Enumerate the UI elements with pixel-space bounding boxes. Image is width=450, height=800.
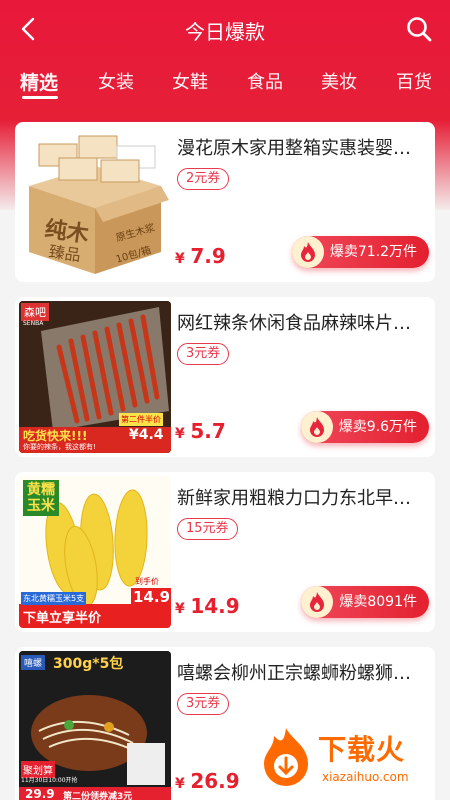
coupon-badge: 2元券 xyxy=(177,168,230,190)
thumb-promo-price: 29.9 xyxy=(25,787,55,800)
product-title[interactable]: 网红辣条休闲食品麻辣味片… xyxy=(177,309,427,335)
coupon-badge: 15元券 xyxy=(177,518,238,540)
top-bar: 今日爆款 xyxy=(0,0,450,58)
thumb-tag-line1: 黄糯 xyxy=(27,482,55,498)
thumb-promo-price: ¥4.4 xyxy=(129,427,164,443)
currency-symbol: ¥ xyxy=(175,776,185,792)
currency-symbol: ¥ xyxy=(175,601,185,617)
tab-beauty[interactable]: 美妆 xyxy=(321,68,357,94)
thumb-promo: 到手价 xyxy=(135,577,159,586)
sales-count: 爆卖9.6万件 xyxy=(338,419,417,435)
sales-count: 爆卖71.2万件 xyxy=(329,244,417,260)
product-title[interactable]: 嘻螺会柳州正宗螺蛳粉螺狮… xyxy=(177,659,427,685)
sales-count: 爆卖8091件 xyxy=(339,594,417,610)
price-value: 5.7 xyxy=(190,419,226,443)
product-price: ¥ 7.9 xyxy=(175,244,226,268)
fire-icon xyxy=(301,586,334,618)
thumb-banner: 下单立享半价 xyxy=(23,611,102,626)
thumb-tag: 黄糯 玉米 xyxy=(23,480,59,516)
thumb-sub-text: 臻品 xyxy=(47,241,82,266)
category-tabs: 精选 女装 女鞋 食品 美妆 百货 xyxy=(0,64,450,104)
product-card[interactable]: 纯木 臻品 原生木浆 10包/箱 漫花原木家用整箱实惠装婴… 2元券 ¥ 7.9… xyxy=(15,122,435,282)
price-value: 14.9 xyxy=(190,594,240,618)
price-value: 26.9 xyxy=(190,769,240,793)
product-image: 森吧 SENBA 吃货快来!!! 你要的辣条，我这都有! 第二件半价 ¥4.4 xyxy=(19,301,171,453)
coupon-badge: 3元券 xyxy=(177,693,230,715)
product-image: 嘻螺 300g*5包 聚划算 11月30日10:00开抢 29.9 第二份领券减… xyxy=(19,651,171,800)
coupon-badge: 3元券 xyxy=(177,343,230,365)
sales-badge[interactable]: 爆卖9.6万件 xyxy=(300,411,429,443)
brand-logo: 森吧 xyxy=(21,303,49,321)
product-title[interactable]: 新鲜家用粗粮力口力东北早… xyxy=(177,484,427,510)
fire-icon xyxy=(300,411,333,443)
tab-general-goods[interactable]: 百货 xyxy=(396,68,432,94)
brand-logo: 嘻螺 xyxy=(21,655,46,670)
thumb-promo: 第二份领券减3元 xyxy=(63,792,133,800)
search-button[interactable] xyxy=(404,14,434,44)
currency-symbol: ¥ xyxy=(175,251,185,267)
search-icon xyxy=(407,17,432,42)
product-card[interactable]: 黄糯 玉米 东北黄糯玉米5支 下单立享半价 到手价 14.9 新鲜家用粗粮力口力… xyxy=(15,472,435,632)
thumb-promo: 第二件半价 xyxy=(119,413,163,426)
currency-symbol: ¥ xyxy=(175,426,185,442)
brand-logo-en: SENBA xyxy=(23,320,44,327)
product-image: 黄糯 玉米 东北黄糯玉米5支 下单立享半价 到手价 14.9 xyxy=(19,476,171,628)
thumb-pack: 300g*5包 xyxy=(53,656,124,672)
sales-badge[interactable]: 爆卖8091件 xyxy=(301,586,429,618)
flame-logo-icon xyxy=(264,728,308,786)
watermark-text: 下载火 xyxy=(318,733,406,766)
tab-womens-shoes[interactable]: 女鞋 xyxy=(172,68,208,94)
watermark-url: xiazaihuo.com xyxy=(322,770,409,784)
product-price: ¥ 5.7 xyxy=(175,419,226,443)
fire-icon xyxy=(291,236,324,268)
product-title[interactable]: 漫花原木家用整箱实惠装婴… xyxy=(177,134,427,160)
thumb-promo-price: 14.9 xyxy=(131,588,171,606)
tab-featured[interactable]: 精选 xyxy=(20,68,58,95)
thumb-date: 11月30日10:00开抢 xyxy=(21,777,78,784)
product-price: ¥ 26.9 xyxy=(175,769,240,793)
product-image: 纯木 臻品 原生木浆 10包/箱 xyxy=(19,126,171,278)
tab-womens-clothing[interactable]: 女装 xyxy=(98,68,134,94)
active-tab-indicator xyxy=(22,96,58,99)
thumb-label: 东北黄糯玉米5支 xyxy=(21,592,87,605)
thumb-subtext: 你要的辣条，我这都有! xyxy=(23,443,96,451)
product-card[interactable]: 森吧 SENBA 吃货快来!!! 你要的辣条，我这都有! 第二件半价 ¥4.4 … xyxy=(15,297,435,457)
thumb-tag-line2: 玉米 xyxy=(27,498,55,514)
price-value: 7.9 xyxy=(190,244,226,268)
watermark: 下载火 xiazaihuo.com xyxy=(258,724,438,794)
product-price: ¥ 14.9 xyxy=(175,594,240,618)
sales-badge[interactable]: 爆卖71.2万件 xyxy=(291,236,429,268)
page-title: 今日爆款 xyxy=(185,20,265,44)
tab-food[interactable]: 食品 xyxy=(247,68,283,94)
